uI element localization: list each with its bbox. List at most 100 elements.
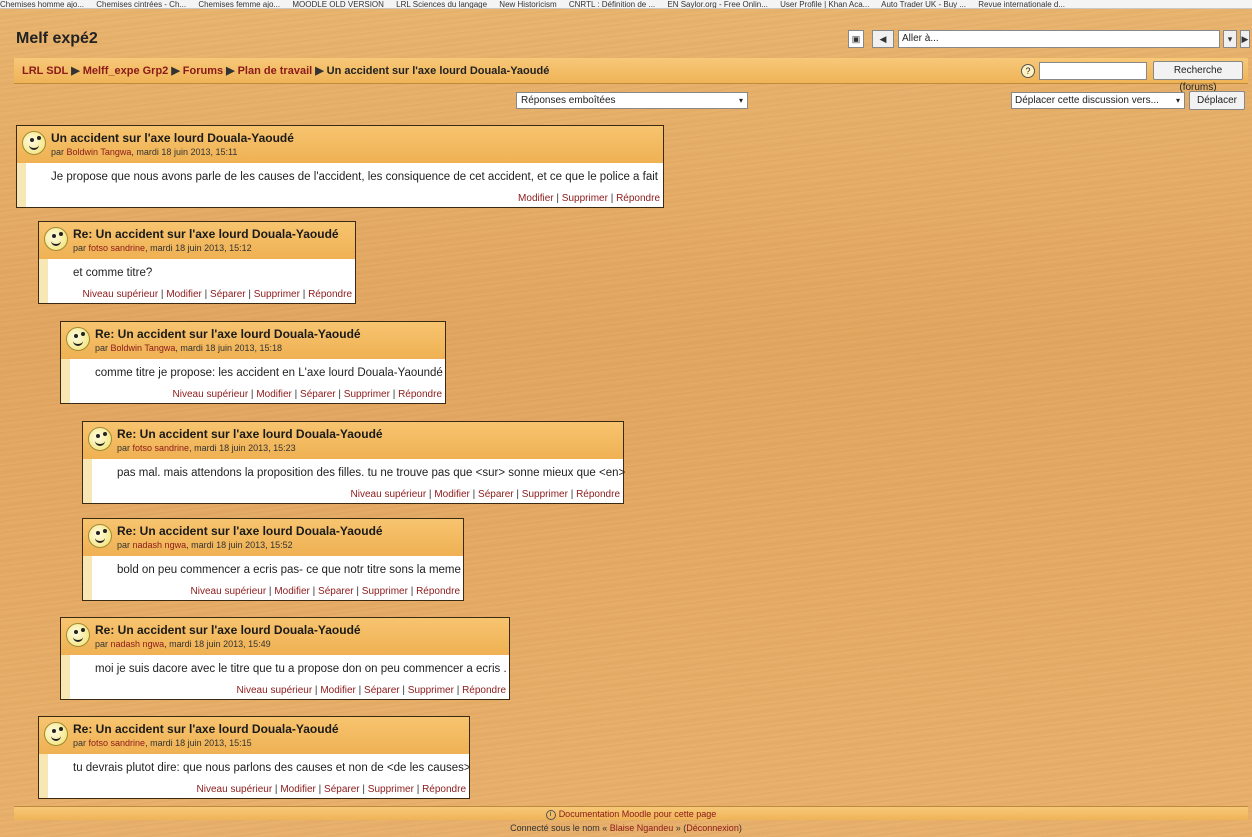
- post-content: pas mal. mais attendons la proposition d…: [117, 467, 626, 479]
- breadcrumb-link[interactable]: Forums: [183, 65, 223, 77]
- avatar[interactable]: [88, 427, 112, 451]
- avatar[interactable]: [66, 623, 90, 647]
- post-commands: Modifier | Supprimer | Répondre: [518, 193, 660, 204]
- post-by: par: [73, 738, 87, 748]
- navigation-bar: LRL SDL ▶ Melff_expe Grp2 ▶ Forums ▶ Plan de t…: [14, 58, 1248, 93]
- breadcrumb-link[interactable]: Plan de travail: [238, 65, 313, 77]
- post-author-link[interactable]: nadash ngwa: [133, 540, 187, 550]
- post-by: par: [73, 243, 87, 253]
- footer-documentation-bar: i Documentation Moodle pour cette page: [14, 806, 1248, 820]
- delete-link[interactable]: Supprimer: [562, 193, 608, 204]
- post-commands: Niveau supérieur | Modifier | Séparer | …: [350, 489, 620, 500]
- jump-menu: ▣ ◀ Aller à... ▾ ▶: [848, 30, 1250, 50]
- page-header: Melf expé2 ▣ ◀ Aller à... ▾ ▶: [10, 28, 1252, 58]
- post-commands: Niveau supérieur | Modifier | Séparer | …: [196, 784, 466, 795]
- bookmark-link[interactable]: Revue internationale d...: [978, 0, 1065, 8]
- split-link[interactable]: Séparer: [210, 289, 246, 300]
- post-author-link[interactable]: nadash ngwa: [111, 639, 165, 649]
- search-input[interactable]: [1039, 62, 1147, 80]
- edit-link[interactable]: Modifier: [320, 685, 356, 696]
- delete-link[interactable]: Supprimer: [362, 586, 408, 597]
- bookmark-link[interactable]: Chemises femme ajo...: [198, 0, 280, 8]
- reply-link[interactable]: Répondre: [422, 784, 466, 795]
- bookmark-link[interactable]: LRL Sciences du langage: [396, 0, 487, 8]
- next-button[interactable]: ▶: [1240, 30, 1250, 48]
- post-date: , mardi 18 juin 2013, 15:11: [131, 147, 238, 157]
- move-discussion-select[interactable]: Déplacer cette discussion vers... ▾: [1011, 92, 1185, 109]
- parent-link[interactable]: Niveau supérieur: [351, 489, 427, 500]
- documentation-link[interactable]: Documentation Moodle pour cette page: [559, 809, 717, 819]
- post-date: , mardi 18 juin 2013, 15:23: [189, 443, 296, 453]
- avatar[interactable]: [44, 722, 68, 746]
- bookmark-link[interactable]: Chemises cintrées - Ch...: [96, 0, 186, 8]
- parent-link[interactable]: Niveau supérieur: [237, 685, 313, 696]
- post-author-link[interactable]: Boldwin Tangwa: [111, 343, 176, 353]
- post-author-link[interactable]: Boldwin Tangwa: [67, 147, 132, 157]
- split-link[interactable]: Séparer: [364, 685, 400, 696]
- reply-link[interactable]: Répondre: [398, 389, 442, 400]
- edit-link[interactable]: Modifier: [274, 586, 310, 597]
- display-mode-select[interactable]: Réponses emboîtées ▾: [516, 92, 748, 109]
- parent-link[interactable]: Niveau supérieur: [83, 289, 159, 300]
- reply-link[interactable]: Répondre: [308, 289, 352, 300]
- post-side: [61, 359, 70, 403]
- edit-link[interactable]: Modifier: [256, 389, 292, 400]
- post-subject: Re: Un accident sur l'axe lourd Douala-Y…: [95, 327, 361, 341]
- login-info: Connecté sous le nom « Blaise Ngandeu » …: [0, 823, 1252, 833]
- split-link[interactable]: Séparer: [300, 389, 336, 400]
- post-content: moi je suis dacore avec le titre que tu …: [95, 663, 507, 675]
- post-header: Re: Un accident sur l'axe lourd Douala-Y…: [83, 422, 623, 459]
- chevron-down-icon[interactable]: ▾: [1223, 30, 1237, 48]
- bookmark-link[interactable]: User Profile | Khan Aca...: [780, 0, 869, 8]
- post-side: [83, 459, 92, 503]
- bookmark-link[interactable]: Chemises homme ajo...: [0, 0, 84, 8]
- post-date: , mardi 18 juin 2013, 15:18: [175, 343, 282, 353]
- display-mode-value: Réponses emboîtées: [521, 95, 616, 106]
- bookmark-link[interactable]: New Historicism: [499, 0, 556, 8]
- reply-link[interactable]: Répondre: [462, 685, 506, 696]
- help-icon[interactable]: ?: [1021, 64, 1035, 78]
- avatar[interactable]: [66, 327, 90, 351]
- bookmark-link[interactable]: EN Saylor.org - Free Onlin...: [667, 0, 767, 8]
- edit-icon[interactable]: ▣: [848, 30, 864, 48]
- jump-to-select[interactable]: Aller à...: [898, 30, 1220, 48]
- delete-link[interactable]: Supprimer: [408, 685, 454, 696]
- delete-link[interactable]: Supprimer: [254, 289, 300, 300]
- edit-link[interactable]: Modifier: [280, 784, 316, 795]
- edit-link[interactable]: Modifier: [518, 193, 554, 204]
- delete-link[interactable]: Supprimer: [368, 784, 414, 795]
- bookmark-link[interactable]: MOODLE OLD VERSION: [292, 0, 384, 8]
- post-date: , mardi 18 juin 2013, 15:12: [145, 243, 252, 253]
- reply-link[interactable]: Répondre: [576, 489, 620, 500]
- avatar[interactable]: [88, 524, 112, 548]
- forum-post: Re: Un accident sur l'axe lourd Douala-Y…: [82, 421, 626, 504]
- post-author-link[interactable]: fotso sandrine: [89, 738, 146, 748]
- post-content: bold on peu commencer a ecris pas- ce qu…: [117, 564, 461, 576]
- user-profile-link[interactable]: Blaise Ngandeu: [610, 823, 674, 833]
- edit-link[interactable]: Modifier: [166, 289, 202, 300]
- bookmark-link[interactable]: Auto Trader UK - Buy ...: [881, 0, 966, 8]
- move-discussion-button[interactable]: Déplacer: [1189, 91, 1245, 110]
- reply-link[interactable]: Répondre: [416, 586, 460, 597]
- parent-link[interactable]: Niveau supérieur: [191, 586, 267, 597]
- split-link[interactable]: Séparer: [478, 489, 514, 500]
- previous-button[interactable]: ◀: [872, 30, 894, 48]
- parent-link[interactable]: Niveau supérieur: [173, 389, 249, 400]
- delete-link[interactable]: Supprimer: [522, 489, 568, 500]
- bookmark-link[interactable]: CNRTL : Définition de ...: [569, 0, 655, 8]
- post-author-link[interactable]: fotso sandrine: [89, 243, 146, 253]
- delete-link[interactable]: Supprimer: [344, 389, 390, 400]
- breadcrumb-link[interactable]: LRL SDL: [22, 65, 68, 77]
- logout-link[interactable]: Déconnexion: [686, 823, 739, 833]
- breadcrumb-link[interactable]: Melff_expe Grp2: [83, 65, 169, 77]
- edit-link[interactable]: Modifier: [434, 489, 470, 500]
- avatar[interactable]: [44, 227, 68, 251]
- search-forums-button[interactable]: Recherche (forums): [1153, 61, 1243, 93]
- avatar[interactable]: [22, 131, 46, 155]
- post-author-link[interactable]: fotso sandrine: [133, 443, 190, 453]
- post-side: [39, 754, 48, 798]
- parent-link[interactable]: Niveau supérieur: [197, 784, 273, 795]
- split-link[interactable]: Séparer: [318, 586, 354, 597]
- reply-link[interactable]: Répondre: [616, 193, 660, 204]
- split-link[interactable]: Séparer: [324, 784, 360, 795]
